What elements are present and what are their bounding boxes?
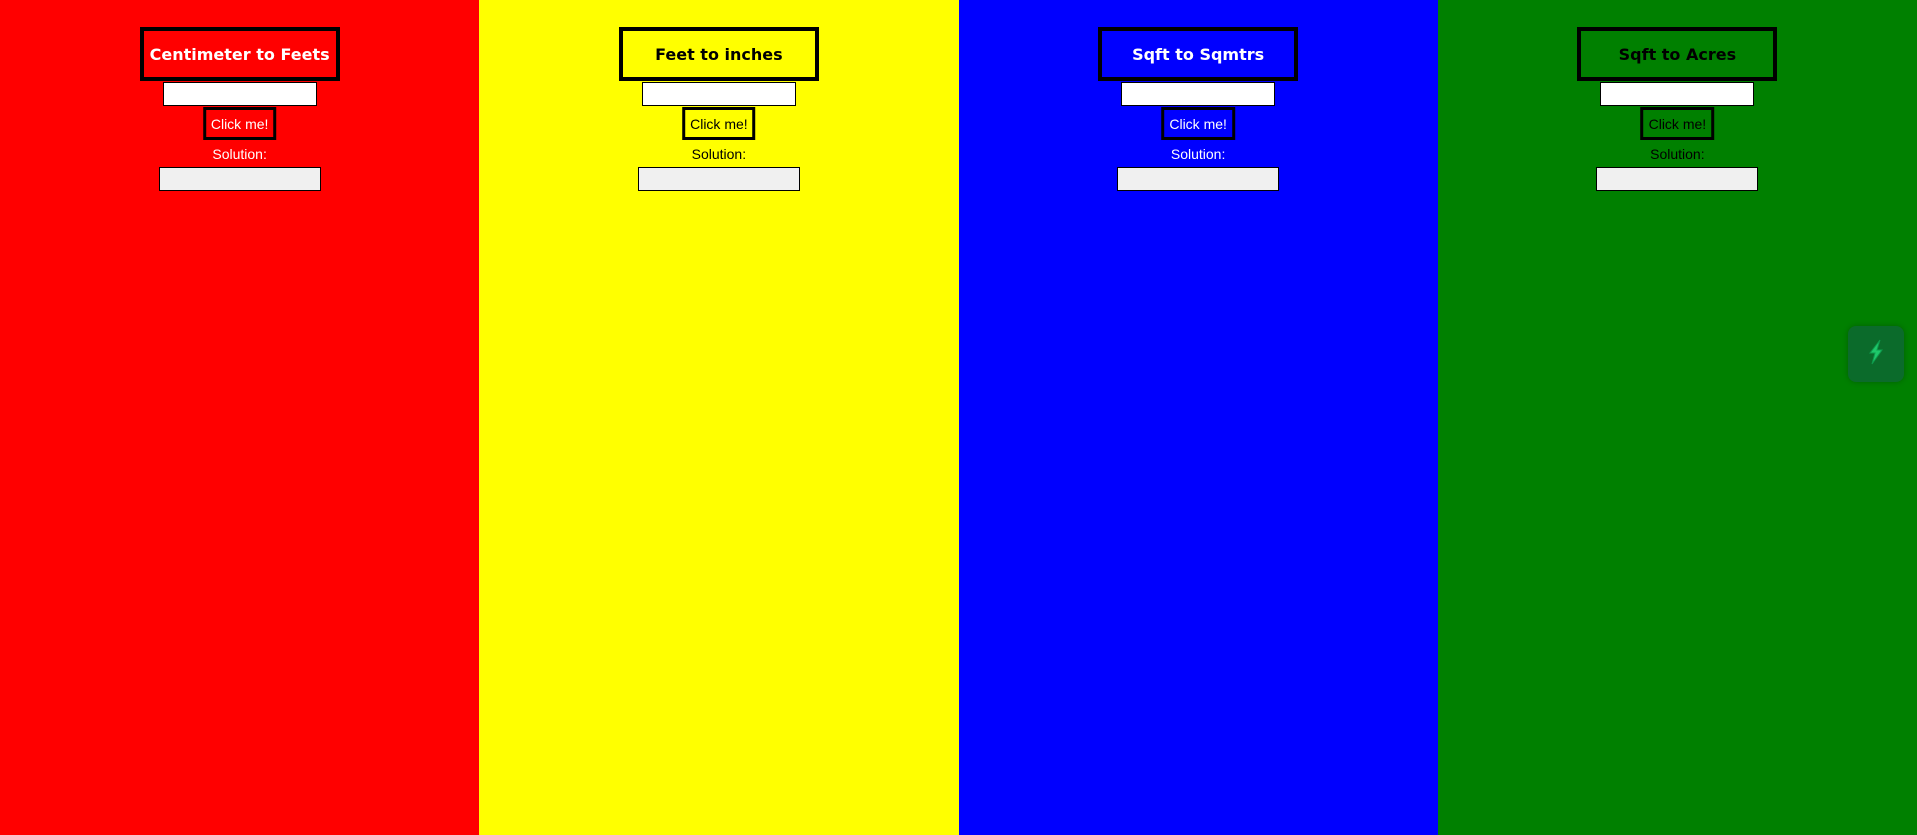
- solution-label: Solution:: [1170, 146, 1226, 162]
- convert-button[interactable]: Click me!: [1161, 107, 1235, 140]
- solution-output[interactable]: [1117, 167, 1280, 191]
- solution-label: Solution:: [212, 146, 267, 162]
- convert-button[interactable]: Click me!: [1640, 107, 1715, 140]
- solution-label: Solution:: [691, 146, 747, 162]
- solution-label: Solution:: [1650, 146, 1705, 162]
- solution-output[interactable]: [1596, 167, 1759, 191]
- lightning-bolt-icon: [1860, 336, 1892, 373]
- feet-input[interactable]: [641, 82, 796, 106]
- column-sqft-to-sqmtrs: Sqft to Sqmtrs Click me! Solution:: [958, 0, 1438, 835]
- column-feet-to-inches: Feet to inches Click me! Solution:: [479, 0, 959, 835]
- column-sqft-to-acres: Sqft to Acres Click me! Solution:: [1437, 0, 1917, 835]
- converter-title: Centimeter to Feets: [139, 27, 340, 81]
- converter-columns: Centimeter to Feets Click me! Solution: …: [0, 0, 1917, 835]
- column-centimeter-to-feet: Centimeter to Feets Click me! Solution:: [0, 0, 480, 835]
- sqft-input[interactable]: [1121, 82, 1276, 106]
- convert-button[interactable]: Click me!: [202, 107, 277, 140]
- converter-title: Sqft to Sqmtrs: [1098, 27, 1299, 81]
- converter-title: Sqft to Acres: [1577, 27, 1778, 81]
- convert-button[interactable]: Click me!: [682, 107, 756, 140]
- sqft-acres-input[interactable]: [1600, 82, 1755, 106]
- centimeter-input[interactable]: [162, 82, 317, 106]
- converter-title: Feet to inches: [618, 27, 819, 81]
- solution-output[interactable]: [637, 167, 800, 191]
- solution-output[interactable]: [158, 167, 321, 191]
- floating-action-button[interactable]: [1848, 326, 1904, 382]
